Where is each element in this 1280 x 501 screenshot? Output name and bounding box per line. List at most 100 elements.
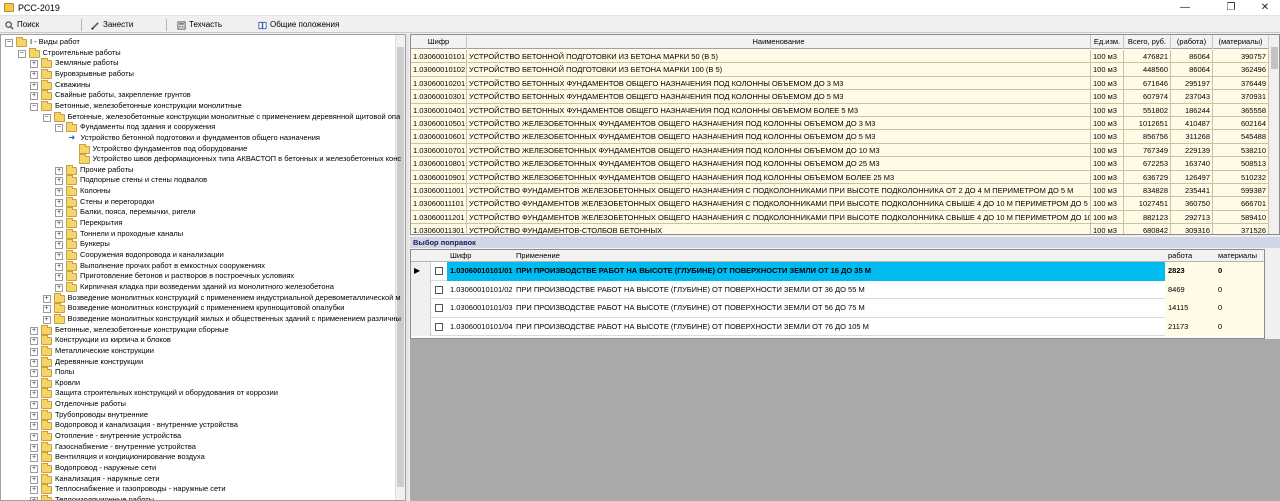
tree-item[interactable]: + Земляные работы: [1, 58, 395, 69]
rates-table-row[interactable]: 1.03060010701 УСТРОЙСТВО ЖЕЛЕЗОБЕТОННЫХ Ф…: [411, 143, 1269, 158]
expand-icon[interactable]: +: [30, 475, 38, 484]
rates-column-header[interactable]: (материалы): [1213, 35, 1269, 49]
rates-table-row[interactable]: 1.03060010501 УСТРОЙСТВО ЖЕЛЕЗОБЕТОННЫХ Ф…: [411, 117, 1269, 131]
tree-item[interactable]: + Сооружения водопровода и канализации: [1, 250, 395, 261]
tree-item[interactable]: ➜ Устройство бетонной подготовки и фундам…: [1, 133, 395, 144]
expand-icon[interactable]: +: [55, 209, 63, 218]
tree-item[interactable]: + Полы: [1, 367, 395, 378]
expand-icon[interactable]: +: [30, 379, 38, 388]
collapse-icon[interactable]: −: [30, 102, 38, 111]
expand-icon[interactable]: +: [55, 283, 63, 292]
tree-item[interactable]: Устройство швов деформационных типа АКВА…: [1, 154, 401, 165]
tree-item[interactable]: + Подпорные стены и стены подвалов: [1, 175, 395, 186]
tree-item[interactable]: + Прочие работы: [1, 164, 395, 176]
tree-item[interactable]: + Приготовление бетонов и растворов в пос…: [1, 271, 395, 282]
tree-item[interactable]: + Выполнение прочих работ в емкостных соо…: [1, 260, 395, 272]
correction-row[interactable]: 1.03060010101/02 ПРИ ПРОИЗВОДСТВЕ РАБОТ Н…: [411, 280, 1264, 299]
expand-icon[interactable]: +: [30, 486, 38, 495]
expand-icon[interactable]: +: [55, 198, 63, 207]
rates-table-row[interactable]: 1.03060010801 УСТРОЙСТВО ЖЕЛЕЗОБЕТОННЫХ Ф…: [411, 157, 1269, 171]
expand-icon[interactable]: +: [42, 305, 51, 314]
expand-icon[interactable]: +: [55, 230, 63, 239]
expand-icon[interactable]: +: [55, 241, 63, 250]
expand-icon[interactable]: +: [30, 60, 38, 69]
expand-icon[interactable]: +: [30, 443, 38, 452]
collapse-icon[interactable]: −: [55, 124, 63, 133]
tree-item[interactable]: + Тоннели и проходные каналы: [1, 228, 395, 240]
corrections-column-header[interactable]: Применение: [513, 250, 1165, 262]
tree-item[interactable]: Устройство фундаментов под оборудование: [1, 143, 395, 155]
rates-column-header[interactable]: Шифр: [411, 35, 467, 49]
tree-item[interactable]: + Канализация - наружные сети: [1, 473, 395, 485]
expand-icon[interactable]: +: [30, 70, 38, 79]
rates-table-row[interactable]: 1.03060011001 УСТРОЙСТВО ФУНДАМЕНТОВ ЖЕЛЕ…: [411, 184, 1269, 198]
tree-item[interactable]: + Возведение монолитных конструкций с при…: [1, 292, 401, 304]
tree-scrollbar[interactable]: [395, 35, 405, 500]
correction-checkbox[interactable]: [435, 267, 443, 275]
rates-column-header[interactable]: Ед.изм.: [1091, 35, 1124, 49]
tree-item[interactable]: + Отделочные работы: [1, 399, 395, 410]
expand-icon[interactable]: +: [42, 294, 51, 303]
tree-item[interactable]: − Бетонные, железобетонные конструкции мо…: [1, 111, 400, 123]
tree-item[interactable]: + Возведение монолитных конструкций жилых…: [1, 313, 401, 325]
tree-item[interactable]: + Теплоснабжение и газопроводы - наружные…: [1, 484, 395, 495]
collapse-icon[interactable]: −: [17, 49, 26, 58]
tree-item[interactable]: + Деревянные конструкции: [1, 356, 395, 368]
tree-item[interactable]: + Водопровод и канализация - внутренние у…: [1, 420, 395, 431]
correction-row[interactable]: 1.03060010101/03 ПРИ ПРОИЗВОДСТВЕ РАБОТ Н…: [411, 299, 1264, 318]
tree-item[interactable]: + Защита строительных конструкций и обору…: [1, 388, 395, 399]
row-indicator[interactable]: [411, 299, 431, 318]
expand-icon[interactable]: +: [55, 262, 63, 271]
collapse-icon[interactable]: −: [5, 39, 13, 47]
expand-icon[interactable]: +: [30, 422, 38, 431]
rates-table-row[interactable]: 1.03060010102 УСТРОЙСТВО БЕТОННОЙ ПОДГОТО…: [411, 63, 1269, 77]
rates-table-row[interactable]: 1.03060011201 УСТРОЙСТВО ФУНДАМЕНТОВ ЖЕЛЕ…: [411, 210, 1269, 225]
correction-row[interactable]: ▶ 1.03060010101/01 ПРИ ПРОИЗВОДСТВЕ РАБОТ …: [411, 262, 1264, 281]
tree-item[interactable]: − Фундаменты под здания и сооружения: [1, 122, 395, 133]
rates-table-row[interactable]: 1.03060010301 УСТРОЙСТВО БЕТОННЫХ ФУНДАМЕ…: [411, 90, 1269, 104]
rates-table-row[interactable]: 1.03060010601 УСТРОЙСТВО ЖЕЛЕЗОБЕТОННЫХ Ф…: [411, 130, 1269, 144]
tree-item[interactable]: + Отопление - внутренние устройства: [1, 431, 395, 442]
tree-item[interactable]: + Трубопроводы внутренние: [1, 409, 395, 421]
expand-icon[interactable]: +: [30, 390, 38, 399]
expand-icon[interactable]: +: [30, 92, 38, 101]
tree-item[interactable]: + Скважины: [1, 79, 395, 91]
rates-table-scrollbar[interactable]: [1268, 35, 1279, 234]
expand-icon[interactable]: +: [30, 369, 38, 378]
tree-item[interactable]: + Газоснабжение - внутренние устройства: [1, 441, 395, 453]
tree-item[interactable]: + Буровзрывные работы: [1, 68, 395, 80]
expand-icon[interactable]: +: [42, 315, 51, 324]
tree-item[interactable]: − I - Виды работ: [1, 37, 395, 48]
expand-icon[interactable]: +: [30, 326, 38, 335]
tree-item[interactable]: + Водопровод - наружные сети: [1, 463, 395, 474]
corrections-column-header[interactable]: Шифр: [447, 250, 513, 262]
expand-icon[interactable]: +: [30, 411, 38, 420]
row-indicator[interactable]: [411, 280, 431, 299]
tree-item[interactable]: + Колонны: [1, 186, 395, 197]
rates-table-row[interactable]: 1.03060010101 УСТРОЙСТВО БЕТОННОЙ ПОДГОТО…: [411, 50, 1269, 64]
rates-table-row[interactable]: 1.03060010201 УСТРОЙСТВО БЕТОННЫХ ФУНДАМЕ…: [411, 76, 1269, 91]
search-button[interactable]: Поиск: [3, 18, 63, 32]
tree-item[interactable]: + Кровли: [1, 377, 395, 389]
rates-column-header[interactable]: (работа): [1171, 35, 1213, 49]
general-provisions-button[interactable]: Общие положения: [256, 18, 346, 32]
panel-splitter[interactable]: [406, 34, 409, 501]
rates-table-row[interactable]: 1.03060011101 УСТРОЙСТВО ФУНДАМЕНТОВ ЖЕЛЕ…: [411, 197, 1269, 211]
correction-checkbox[interactable]: [435, 304, 443, 312]
correction-row[interactable]: 1.03060010101/04 ПРИ ПРОИЗВОДСТВЕ РАБОТ Н…: [411, 317, 1264, 336]
restore-button[interactable]: ❐: [1216, 0, 1246, 16]
expand-icon[interactable]: +: [30, 401, 38, 410]
tree-item[interactable]: − Строительные работы: [1, 47, 395, 59]
tree-item[interactable]: + Балки, пояса, перемычки, ригели: [1, 207, 395, 218]
close-button[interactable]: ✕: [1250, 0, 1280, 16]
correction-checkbox[interactable]: [435, 322, 443, 331]
rates-column-header[interactable]: Всего, руб.: [1124, 35, 1171, 49]
tree-item[interactable]: + Свайные работы, закрепление грунтов: [1, 90, 395, 101]
tree-item[interactable]: + Вентиляция и кондиционирование воздуха: [1, 452, 395, 463]
rates-table-row[interactable]: 1.03060010401 УСТРОЙСТВО БЕТОННЫХ ФУНДАМЕ…: [411, 103, 1269, 117]
expand-icon[interactable]: +: [30, 81, 38, 90]
tree-item[interactable]: + Металлические конструкции: [1, 345, 395, 357]
rates-column-header[interactable]: Наименование: [467, 35, 1091, 49]
collapse-icon[interactable]: −: [42, 113, 51, 122]
tree-item[interactable]: + Бетонные, железобетонные конструкции сб…: [1, 324, 395, 336]
